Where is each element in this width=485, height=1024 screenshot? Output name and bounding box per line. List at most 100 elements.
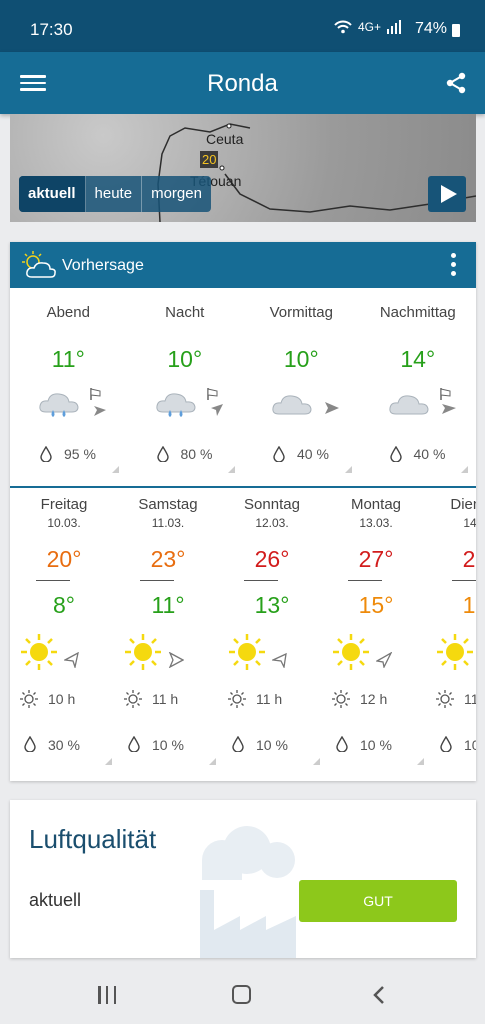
precip-probability: 10 % <box>360 737 392 753</box>
wind-icon <box>439 388 456 414</box>
drop-icon <box>24 736 36 752</box>
temp-max: 26° <box>462 546 476 572</box>
period-forecast: Abend 11° 95 % Nacht 10° 80 % Vormittag … <box>10 290 476 482</box>
air-quality-badge[interactable]: GUT <box>299 880 457 922</box>
period-name: Nacht <box>165 304 205 321</box>
sunshine-icon <box>332 690 350 708</box>
day-item[interactable]: Montag 13.03. 27° 15° 12 h 10 % <box>328 490 432 780</box>
drop-icon <box>156 446 169 462</box>
corner-indicator <box>417 758 424 765</box>
corner-indicator <box>228 466 235 473</box>
partly-cloudy-icon <box>22 251 56 278</box>
home-button[interactable] <box>232 985 251 1004</box>
period-temp: 11° <box>51 346 85 372</box>
sun-icon <box>229 634 265 670</box>
temp-max: 20° <box>46 546 82 572</box>
sun-hours: 11 h <box>152 691 179 707</box>
temp-min: 13° <box>254 592 290 618</box>
corner-indicator <box>111 466 119 473</box>
period-name: Vormittag <box>269 304 333 321</box>
back-button[interactable] <box>372 986 386 1004</box>
temp-max: 27° <box>358 546 394 572</box>
precip-probability: 80 % <box>180 446 213 462</box>
temp-separator <box>244 580 278 581</box>
section-divider <box>10 486 476 488</box>
battery-icon <box>452 24 460 37</box>
temp-max: 26° <box>254 546 290 572</box>
drop-icon <box>128 736 140 752</box>
day-item[interactable]: Dienstag 14.03. 26° 16° 11 h 10 % <box>432 490 476 780</box>
daily-forecast[interactable]: Freitag 10.03. 20° 8° 10 h 30 % Samstag … <box>10 490 476 780</box>
drop-icon <box>232 736 244 752</box>
day-date: 10.03. <box>47 516 81 530</box>
sun-hours: 12 h <box>360 691 388 707</box>
share-icon[interactable] <box>445 72 467 94</box>
map-tab-aktuell[interactable]: aktuell <box>19 176 86 212</box>
map-tab-heute[interactable]: heute <box>86 176 143 212</box>
temp-min: 11° <box>151 592 185 618</box>
sunshine-icon <box>20 690 38 708</box>
map-label-ceuta: Ceuta <box>206 131 244 147</box>
play-button[interactable] <box>428 176 466 212</box>
factory-icon <box>200 826 296 958</box>
day-name: Dienstag <box>450 496 476 513</box>
page-title: Ronda <box>207 70 278 97</box>
signal-icon <box>387 20 401 34</box>
cloud-rain-icon <box>155 393 196 417</box>
battery-level: 74% <box>414 20 447 37</box>
drop-icon <box>440 736 452 752</box>
temp-min: 8° <box>53 592 75 618</box>
corner-indicator <box>209 758 216 765</box>
network-type: 4G+ <box>357 20 381 34</box>
sun-icon <box>333 634 369 670</box>
map-tab-morgen[interactable]: morgen <box>142 176 211 212</box>
air-quality-label: aktuell <box>29 890 82 910</box>
wind-icon <box>90 388 106 416</box>
period-item[interactable]: Vormittag 10° 40 % <box>243 290 360 482</box>
wifi-icon <box>334 20 352 34</box>
day-name: Montag <box>350 496 402 513</box>
temp-min: 16° <box>462 592 476 618</box>
corner-indicator <box>313 758 320 765</box>
precip-probability: 40 % <box>297 446 329 462</box>
forecast-title: Vorhersage <box>62 257 144 274</box>
temp-separator <box>452 580 476 581</box>
precip-probability: 10 % <box>464 737 476 753</box>
day-item[interactable]: Samstag 11.03. 23° 11° 11 h 10 % <box>120 490 224 780</box>
more-options-icon[interactable] <box>451 253 456 280</box>
wind-icon <box>64 652 79 668</box>
day-name: Samstag <box>138 496 198 513</box>
map-temperature: 20 <box>200 151 219 168</box>
wind-icon <box>168 652 184 668</box>
map-tabs: aktuell heute morgen <box>19 176 211 212</box>
sun-hours: 11 h <box>256 691 283 707</box>
period-temp: 10° <box>167 346 203 372</box>
day-name: Sonntag <box>244 496 300 513</box>
period-item[interactable]: Nacht 10° 80 % <box>127 290 244 482</box>
wind-icon <box>272 652 287 668</box>
corner-indicator <box>344 466 352 473</box>
precip-probability: 40 % <box>413 446 446 462</box>
app-bar: Ronda <box>0 52 485 114</box>
status-time: 17:30 <box>30 20 73 39</box>
period-item[interactable]: Abend 11° 95 % <box>10 290 127 482</box>
air-quality-card[interactable]: Luftqualität aktuell GUT <box>10 800 476 958</box>
cloud-icon <box>272 395 312 415</box>
period-temp: 14° <box>400 346 436 372</box>
recent-apps-button[interactable] <box>98 986 116 1004</box>
day-item[interactable]: Freitag 10.03. 20° 8° 10 h 30 % <box>16 490 120 780</box>
day-date: 11.03. <box>151 516 185 530</box>
sun-icon <box>437 634 473 670</box>
system-nav-bar <box>0 966 485 1024</box>
sun-icon <box>125 634 161 670</box>
precip-probability: 10 % <box>256 737 288 753</box>
precip-probability: 10 % <box>152 737 184 753</box>
status-icons: 4G+ <box>334 20 401 34</box>
day-date: 13.03. <box>359 516 393 530</box>
drop-icon <box>336 736 348 752</box>
period-item[interactable]: Nachmittag 14° 40 % <box>360 290 477 482</box>
corner-indicator <box>105 758 112 765</box>
day-name: Freitag <box>40 496 88 513</box>
weather-map[interactable]: Ceuta Tétouan 20 aktuell heute morgen <box>10 114 476 222</box>
day-item[interactable]: Sonntag 12.03. 26° 13° 11 h 10 % <box>224 490 328 780</box>
